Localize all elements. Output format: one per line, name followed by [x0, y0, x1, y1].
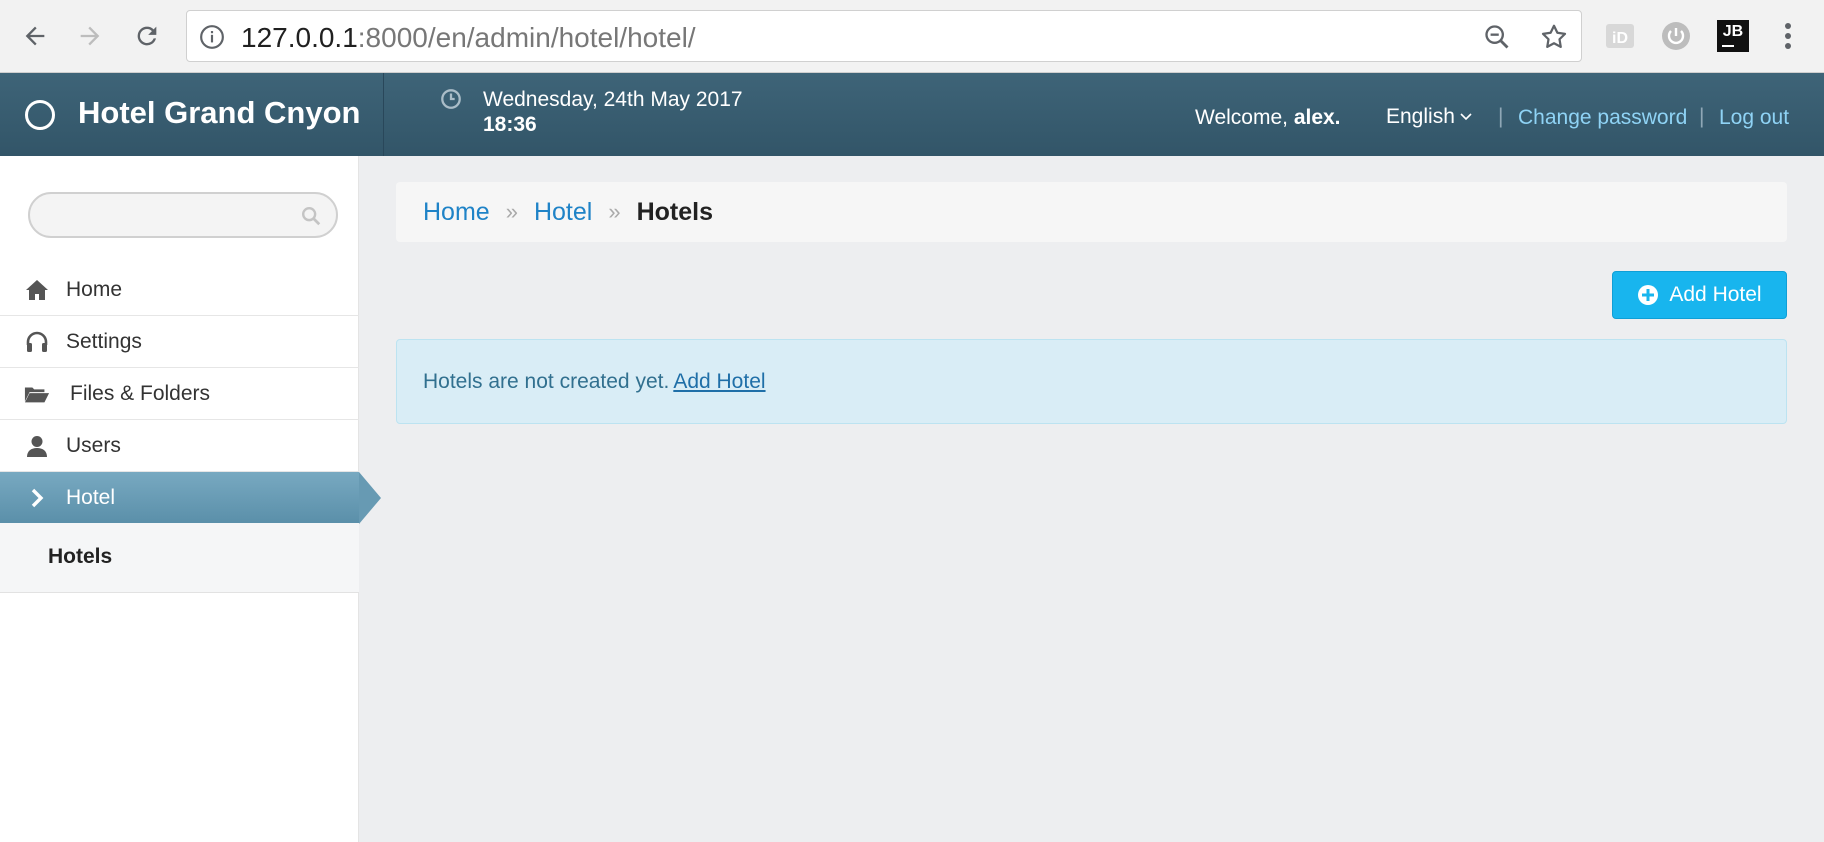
back-button[interactable]	[15, 16, 55, 56]
notice-text: Hotels are not created yet.	[423, 369, 670, 393]
url-path: :8000/en/admin/hotel/hotel/	[357, 22, 696, 53]
arrow-right-icon	[80, 26, 100, 46]
browser-toolbar: 127.0.0.1:8000/en/admin/hotel/hotel/ iD …	[0, 0, 1824, 73]
brand-title[interactable]: Hotel Grand Cnyon	[78, 95, 360, 131]
breadcrumb-separator: »	[505, 199, 518, 224]
svg-text:iD: iD	[1612, 30, 1628, 47]
sidebar: Home Settings Files & Folders Users Hote…	[0, 156, 381, 842]
sidebar-item-home[interactable]: Home	[0, 264, 359, 316]
caret-down-icon	[1460, 113, 1472, 121]
plus-circle-icon	[1638, 285, 1659, 305]
sidebar-subitem-hotels[interactable]: Hotels	[0, 523, 359, 593]
bookmark-star-icon[interactable]	[1539, 22, 1569, 52]
zoom-out-icon[interactable]	[1483, 23, 1511, 51]
breadcrumb-home-link[interactable]: Home	[423, 198, 490, 227]
notice-add-hotel-link[interactable]: Add Hotel	[673, 370, 765, 394]
breadcrumb: Home » Hotel » Hotels	[396, 182, 1787, 242]
arrow-left-icon	[25, 26, 45, 46]
forward-button[interactable]	[70, 16, 110, 56]
sidebar-item-users[interactable]: Users	[0, 420, 359, 472]
sidebar-item-label: Home	[66, 277, 123, 301]
info-icon[interactable]	[199, 24, 225, 50]
breadcrumb-hotel-link[interactable]: Hotel	[534, 198, 592, 227]
sidebar-item-label: Settings	[66, 329, 142, 353]
logout-link[interactable]: Log out	[1719, 106, 1789, 130]
sidebar-item-settings[interactable]: Settings	[0, 316, 359, 368]
change-password-link[interactable]: Change password	[1518, 106, 1687, 130]
url-host: 127.0.0.1	[241, 22, 358, 53]
active-indicator	[359, 472, 381, 524]
header-separator: |	[1699, 105, 1705, 128]
headphones-icon	[24, 329, 50, 355]
add-hotel-button[interactable]: Add Hotel	[1612, 271, 1787, 319]
clock-icon	[441, 89, 461, 109]
header-separator: |	[1498, 105, 1504, 128]
address-bar[interactable]: 127.0.0.1:8000/en/admin/hotel/hotel/	[186, 10, 1582, 62]
empty-state-notice: Hotels are not created yet. Add Hotel	[396, 339, 1787, 424]
search-icon[interactable]	[300, 205, 322, 227]
add-hotel-label: Add Hotel	[1669, 283, 1762, 306]
breadcrumb-separator: »	[608, 199, 621, 224]
brand[interactable]: Hotel Grand Cnyon	[0, 73, 384, 156]
username: alex.	[1293, 106, 1341, 129]
current-date: Wednesday, 24th May 2017	[483, 88, 743, 111]
brand-logo-icon	[25, 100, 55, 130]
breadcrumb-current: Hotels	[636, 197, 713, 226]
extension-id-icon[interactable]: iD	[1604, 20, 1636, 52]
url-text: 127.0.0.1:8000/en/admin/hotel/hotel/	[241, 22, 696, 54]
welcome-prefix: Welcome,	[1195, 106, 1294, 129]
sidebar-item-label: Files & Folders	[70, 381, 211, 405]
folder-open-icon	[24, 381, 50, 407]
sidebar-search-input[interactable]	[28, 192, 338, 238]
app-header: Hotel Grand Cnyon Wednesday, 24th May 20…	[0, 73, 1824, 156]
sidebar-item-label: Users	[66, 433, 121, 457]
sidebar-item-label: Hotel	[66, 486, 116, 509]
reload-icon	[137, 26, 157, 46]
language-label: English	[1386, 105, 1455, 128]
welcome-text: Welcome, alex.	[1195, 106, 1341, 130]
more-vertical-icon[interactable]	[1772, 18, 1804, 54]
language-selector[interactable]: English	[1386, 105, 1472, 129]
reload-button[interactable]	[127, 16, 167, 56]
power-icon[interactable]	[1660, 20, 1692, 52]
sidebar-item-hotel[interactable]: Hotel	[0, 472, 381, 524]
home-icon	[24, 277, 50, 303]
chevron-right-icon	[24, 485, 50, 511]
sidebar-item-files-folders[interactable]: Files & Folders	[0, 368, 359, 420]
jetbrains-extension-icon[interactable]: JB	[1717, 20, 1749, 52]
current-time: 18:36	[483, 113, 537, 136]
sidebar-subitem-label: Hotels	[48, 545, 113, 568]
user-icon	[24, 433, 50, 459]
